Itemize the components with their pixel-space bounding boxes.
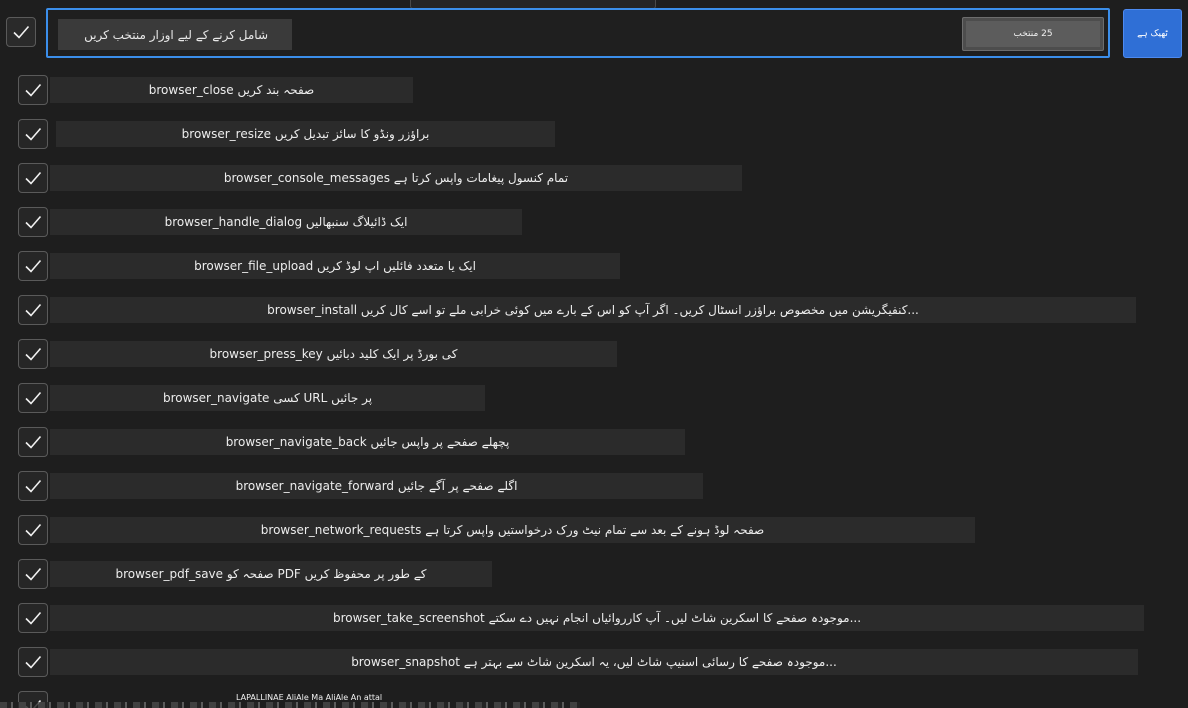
tool-search-input[interactable] bbox=[58, 19, 292, 50]
tool-checkbox[interactable] bbox=[18, 163, 48, 193]
checkmark-icon bbox=[25, 435, 42, 449]
ok-button[interactable]: ٹھیک ہے bbox=[1123, 9, 1182, 58]
checkmark-icon bbox=[25, 391, 42, 405]
tool-label: ...کنفیگریشن میں مخصوص براؤزر انسٹال کری… bbox=[267, 303, 919, 317]
tool-label: تمام کنسول پیغامات واپس کرتا ہے browser_… bbox=[223, 171, 569, 185]
tool-checkbox[interactable] bbox=[18, 559, 48, 589]
tool-label-box: ...کنفیگریشن میں مخصوص براؤزر انسٹال کری… bbox=[50, 297, 1136, 323]
tool-checkbox[interactable] bbox=[18, 339, 48, 369]
tool-label: صفحہ بند کریں browser_close bbox=[148, 83, 315, 97]
checkmark-icon bbox=[25, 303, 42, 317]
tool-label: ...موجودہ صفحے کا اسکرین شاٹ لیں۔ آپ کار… bbox=[332, 611, 862, 625]
select-all-checkbox[interactable] bbox=[6, 17, 36, 47]
tool-checkbox[interactable] bbox=[18, 427, 48, 457]
tool-label-box: ایک ڈائیلاگ سنبھالیں browser_handle_dial… bbox=[50, 209, 522, 235]
tool-checkbox[interactable] bbox=[18, 207, 48, 237]
quick-pick-input-box: 25 منتخب bbox=[46, 8, 1110, 58]
tool-label: ایک یا متعدد فائلیں اپ لوڈ کریں browser_… bbox=[194, 259, 476, 273]
tool-checkbox[interactable] bbox=[18, 295, 48, 325]
scroll-cutoff-artifact bbox=[0, 702, 580, 708]
checkmark-icon bbox=[25, 479, 42, 493]
tool-label: پچھلے صفحے پر واپس جائیں browser_navigat… bbox=[225, 435, 510, 449]
tool-label-box: ...موجودہ صفحے کا اسکرین شاٹ لیں۔ آپ کار… bbox=[50, 605, 1144, 631]
tool-checkbox[interactable] bbox=[18, 383, 48, 413]
tool-label-box: اگلے صفحے پر آگے جائیں browser_navigate_… bbox=[50, 473, 703, 499]
tool-label: صفحہ لوڈ ہونے کے بعد سے تمام نیٹ ورک درخ… bbox=[260, 523, 765, 537]
selected-count-label: 25 منتخب bbox=[1013, 29, 1053, 39]
tool-label-box: پر جائیں URL کسی browser_navigate bbox=[50, 385, 485, 411]
tool-checkbox[interactable] bbox=[18, 75, 48, 105]
tool-label: پر جائیں URL کسی browser_navigate bbox=[162, 391, 373, 405]
checkmark-icon bbox=[25, 127, 42, 141]
tool-checkbox[interactable] bbox=[18, 603, 48, 633]
checkmark-icon bbox=[25, 215, 42, 229]
checkmark-icon bbox=[25, 83, 42, 97]
tool-checkbox[interactable] bbox=[18, 119, 48, 149]
selected-count-badge: 25 منتخب bbox=[962, 17, 1104, 51]
tool-label: ایک ڈائیلاگ سنبھالیں browser_handle_dial… bbox=[164, 215, 408, 229]
checkmark-icon bbox=[25, 171, 42, 185]
tool-label-box: کی بورڈ پر ایک کلید دبائیں browser_press… bbox=[50, 341, 617, 367]
partial-list-item-text: LAPALLINAE AliAle Ma AliAle An attal bbox=[236, 693, 383, 702]
tool-picker-window: 25 منتخب ٹھیک ہے صفحہ بند کریں browser_c… bbox=[0, 0, 1188, 708]
tool-label-box: کے طور پر محفوظ کریں PDF صفحہ کو browser… bbox=[50, 561, 492, 587]
tool-label: اگلے صفحے پر آگے جائیں browser_navigate_… bbox=[235, 479, 518, 493]
tool-label-box: صفحہ بند کریں browser_close bbox=[50, 77, 413, 103]
tool-checkbox[interactable] bbox=[18, 647, 48, 677]
tool-label-box: براؤزر ونڈو کا سائز تبدیل کریں browser_r… bbox=[56, 121, 555, 147]
tool-label: کی بورڈ پر ایک کلید دبائیں browser_press… bbox=[209, 347, 458, 361]
checkmark-icon bbox=[25, 611, 42, 625]
tool-label: ...موجودہ صفحے کا رسائی اسنیپ شاٹ لیں، ی… bbox=[351, 655, 837, 669]
checkmark-icon bbox=[25, 259, 42, 273]
tool-label-box: پچھلے صفحے پر واپس جائیں browser_navigat… bbox=[50, 429, 685, 455]
tool-label-box: ...موجودہ صفحے کا رسائی اسنیپ شاٹ لیں، ی… bbox=[50, 649, 1138, 675]
checkmark-icon bbox=[25, 523, 42, 537]
checkmark-icon bbox=[25, 347, 42, 361]
tool-checkbox[interactable] bbox=[18, 515, 48, 545]
ok-button-label: ٹھیک ہے bbox=[1137, 28, 1168, 39]
tool-label: کے طور پر محفوظ کریں PDF صفحہ کو browser… bbox=[115, 567, 427, 581]
tool-label-box: صفحہ لوڈ ہونے کے بعد سے تمام نیٹ ورک درخ… bbox=[50, 517, 975, 543]
tool-checkbox[interactable] bbox=[18, 471, 48, 501]
tool-label-box: تمام کنسول پیغامات واپس کرتا ہے browser_… bbox=[50, 165, 742, 191]
tool-label: براؤزر ونڈو کا سائز تبدیل کریں browser_r… bbox=[181, 127, 430, 141]
checkmark-icon bbox=[25, 567, 42, 581]
checkmark-icon bbox=[25, 655, 42, 669]
tool-label-box: ایک یا متعدد فائلیں اپ لوڈ کریں browser_… bbox=[50, 253, 620, 279]
checkmark-icon bbox=[13, 25, 30, 39]
tool-checkbox[interactable] bbox=[18, 251, 48, 281]
